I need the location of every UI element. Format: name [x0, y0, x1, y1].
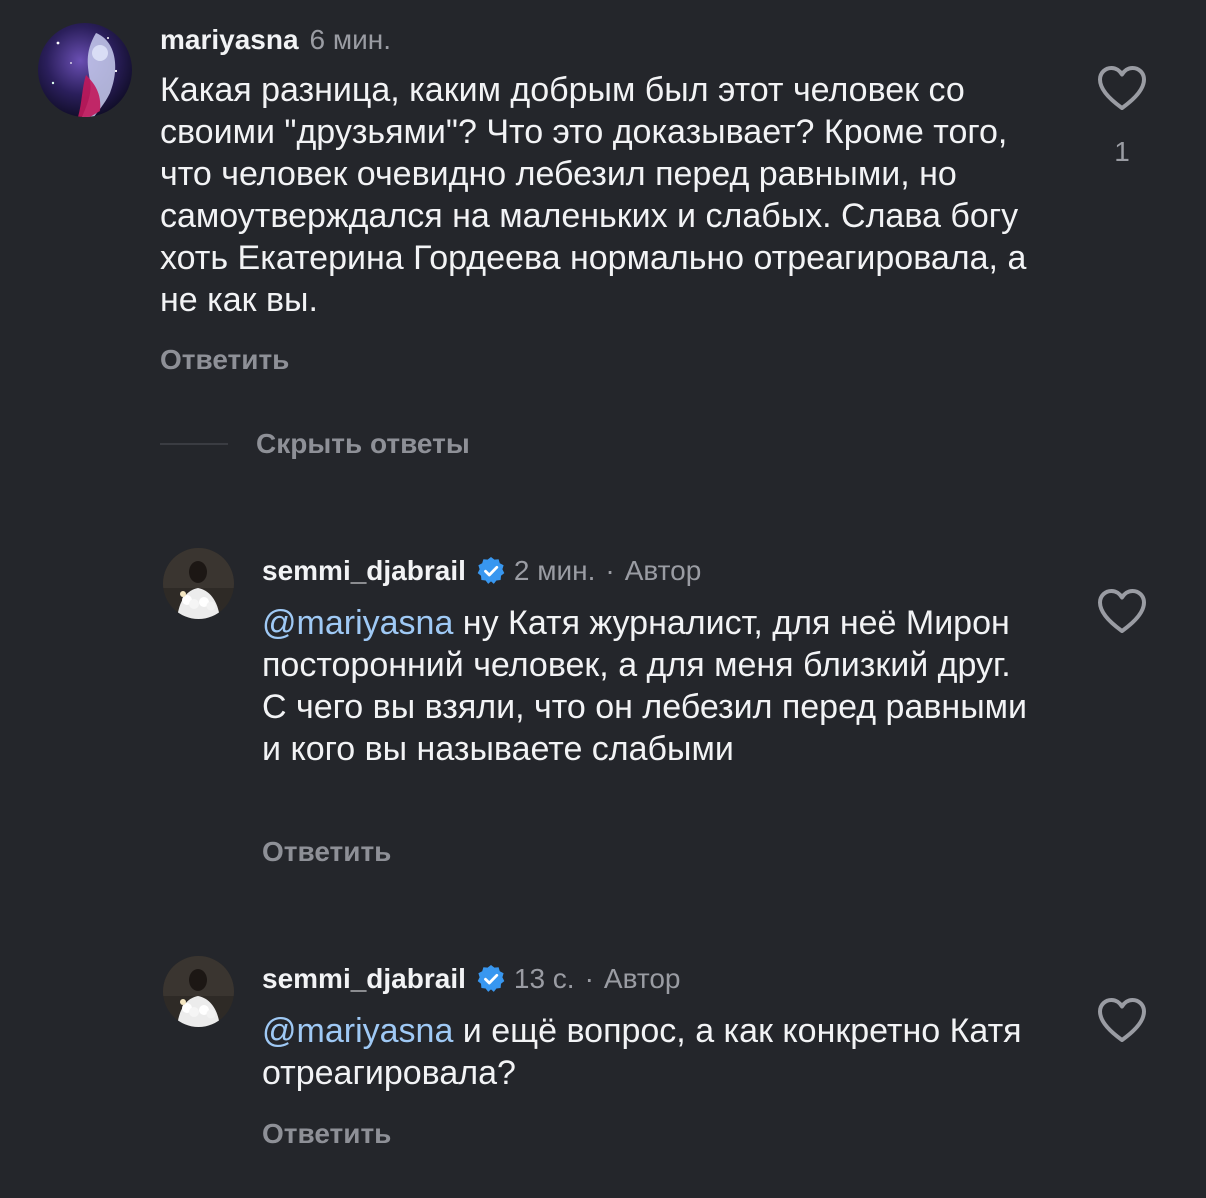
heart-outline-icon[interactable] [1096, 587, 1148, 635]
verified-badge-icon [477, 557, 505, 584]
author-label: Автор [603, 963, 681, 994]
avatar[interactable] [163, 956, 234, 1027]
timestamp: 6 мин. [309, 24, 392, 55]
author-label: Автор [624, 555, 702, 586]
reply-meta: semmi_djabrail 13 с. · Автор [262, 961, 681, 997]
username[interactable]: semmi_djabrail [262, 961, 466, 997]
reply-text: @mariyasna ну Катя журналист, для неё Ми… [262, 602, 1042, 770]
comment-text: Какая разница, каким добрым был этот чел… [160, 71, 1027, 319]
heart-outline-icon[interactable] [1096, 64, 1148, 112]
like-count: 1 [1114, 136, 1130, 167]
mention-link[interactable]: @mariyasna [262, 604, 453, 642]
separator: · [605, 555, 615, 586]
hide-replies-button[interactable]: Скрыть ответы [256, 426, 470, 462]
comment-meta: mariyasna 6 мин. [160, 22, 391, 58]
reply-button[interactable]: Ответить [262, 834, 391, 870]
avatar[interactable] [163, 548, 234, 619]
reply-button[interactable]: Ответить [262, 1116, 391, 1152]
verified-badge-icon [477, 965, 505, 992]
mention-link[interactable]: @mariyasna [262, 1012, 453, 1050]
timestamp: 13 с. [513, 963, 575, 994]
heart-outline-icon[interactable] [1096, 996, 1148, 1044]
avatar-image [163, 548, 234, 619]
avatar[interactable] [38, 23, 132, 117]
username[interactable]: mariyasna [160, 22, 299, 58]
reply-button[interactable]: Ответить [160, 342, 289, 378]
separator: · [584, 963, 594, 994]
timestamp: 2 мин. [513, 555, 596, 586]
replies-divider [160, 443, 228, 445]
username[interactable]: semmi_djabrail [262, 553, 466, 589]
reply-text: @mariyasna и ещё вопрос, а как конкретно… [262, 1010, 1042, 1094]
avatar-image [38, 23, 132, 117]
avatar-image [163, 956, 234, 1027]
reply-meta: semmi_djabrail 2 мин. · Автор [262, 553, 701, 589]
